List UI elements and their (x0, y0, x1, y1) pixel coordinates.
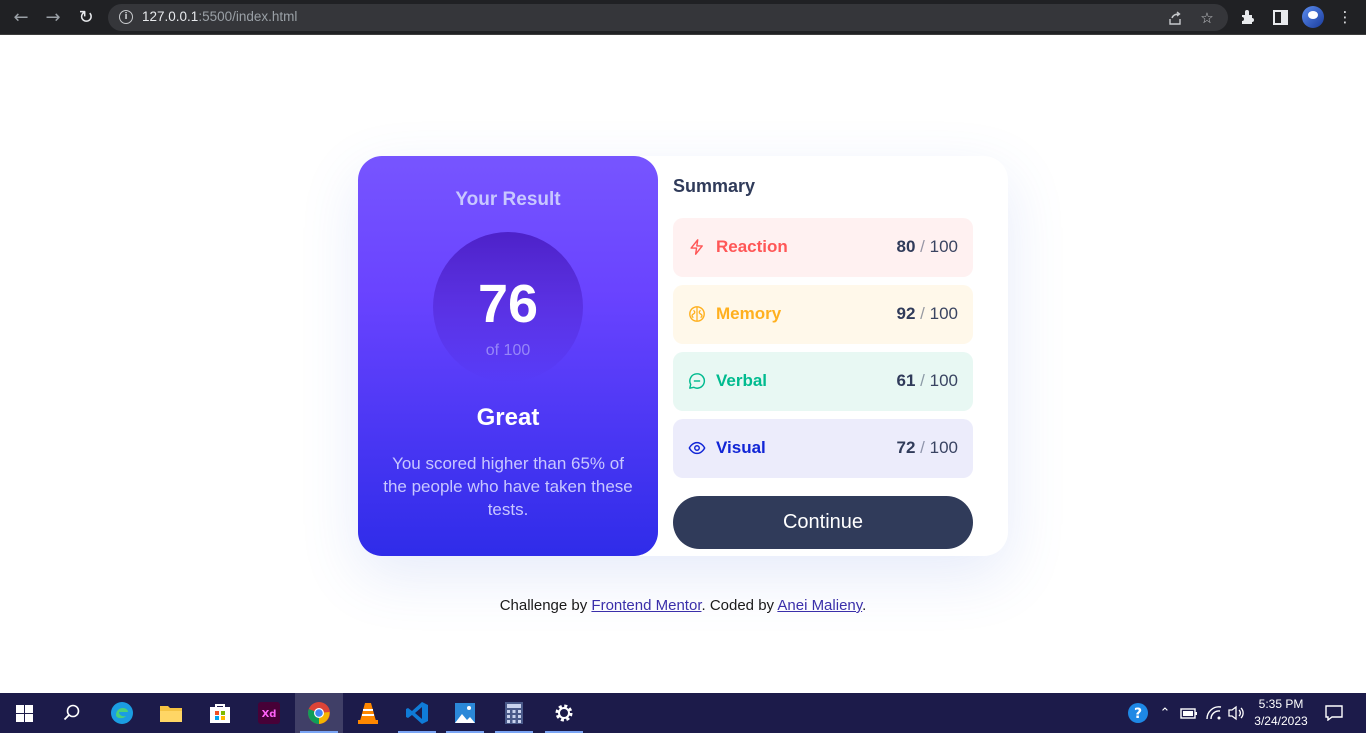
clock-date: 3/24/2023 (1254, 714, 1308, 728)
taskbar: Xd ? ⌃ 5:35 PM 3/24/2023 (0, 693, 1366, 733)
url-text[interactable]: 127.0.0.1:5500/index.html (142, 9, 297, 24)
share-icon[interactable] (1166, 9, 1184, 27)
file-explorer-icon[interactable] (147, 693, 195, 733)
continue-button[interactable]: Continue (673, 496, 973, 549)
summary-title: Summary (673, 176, 756, 196)
summary-item-score: 92 / 100 (896, 304, 959, 323)
attribution: Challenge by Frontend Mentor. Coded by A… (499, 597, 867, 614)
menu-kebab-icon[interactable]: ⋮ (1334, 6, 1356, 28)
grade-heading: Great (476, 404, 540, 431)
adobe-xd-icon[interactable]: Xd (245, 693, 293, 733)
frontend-mentor-link[interactable]: Frontend Mentor (591, 597, 701, 614)
summary-item-verbal: Verbal 61 / 100 (673, 352, 973, 411)
svg-text:Xd: Xd (262, 709, 277, 720)
eye-icon (688, 439, 706, 457)
volume-icon[interactable] (1226, 703, 1246, 723)
store-icon[interactable] (196, 693, 244, 733)
grade-description: You scored higher than 65% of the people… (383, 454, 633, 519)
chevron-up-icon[interactable]: ⌃ (1155, 703, 1175, 723)
vscode-icon[interactable] (393, 693, 441, 733)
search-icon[interactable] (48, 693, 96, 733)
svg-text:?: ? (1134, 706, 1142, 722)
help-icon[interactable]: ? (1127, 702, 1149, 724)
photos-icon[interactable] (441, 693, 489, 733)
result-panel: Your Result 76 of 100 Great You scored h… (358, 156, 658, 556)
back-icon[interactable]: ← (8, 5, 34, 29)
edge-icon[interactable] (98, 693, 146, 733)
site-info-icon[interactable]: i (119, 10, 133, 24)
score-of-text: of 100 (485, 342, 531, 359)
summary-item-visual: Visual 72 / 100 (673, 419, 973, 478)
notification-icon[interactable] (1323, 703, 1345, 723)
browser-toolbar: ← → ↻ i 127.0.0.1:5500/index.html ☆ ⋮ (0, 0, 1366, 35)
profile-avatar[interactable] (1302, 6, 1324, 28)
clock-time: 5:35 PM (1258, 697, 1304, 711)
address-bar[interactable]: i 127.0.0.1:5500/index.html ☆ (108, 4, 1228, 31)
wifi-icon[interactable] (1204, 703, 1224, 723)
windows-start-icon[interactable] (0, 693, 48, 733)
summary-item-label: Verbal (716, 371, 768, 390)
summary-item-memory: Memory 92 / 100 (673, 285, 973, 344)
reload-icon[interactable]: ↻ (73, 5, 99, 29)
extensions-icon[interactable] (1237, 6, 1259, 28)
summary-item-score: 80 / 100 (896, 237, 959, 256)
summary-item-score: 72 / 100 (896, 438, 959, 457)
side-panel-icon[interactable] (1269, 6, 1291, 28)
results-card: Your Result 76 of 100 Great You scored h… (358, 156, 1008, 556)
summary-item-label: Memory (716, 304, 782, 323)
brain-icon (688, 305, 706, 323)
summary-item-label: Reaction (716, 237, 788, 256)
chrome-icon[interactable] (295, 693, 343, 733)
author-link[interactable]: Anei Malieny (777, 597, 862, 614)
calculator-icon[interactable] (490, 693, 538, 733)
result-title: Your Result (455, 189, 561, 210)
bookmark-star-icon[interactable]: ☆ (1198, 9, 1216, 27)
forward-icon[interactable]: → (40, 5, 66, 29)
vlc-icon[interactable] (344, 693, 392, 733)
summary-item-label: Visual (716, 438, 766, 457)
settings-gear-icon[interactable] (540, 693, 588, 733)
summary-item-score: 61 / 100 (896, 371, 959, 390)
score-value: 76 (477, 274, 539, 334)
taskbar-clock[interactable]: 5:35 PM 3/24/2023 (1248, 696, 1314, 730)
score-circle: 76 of 100 (433, 232, 583, 382)
lightning-icon (688, 238, 706, 256)
battery-icon[interactable] (1179, 703, 1199, 723)
summary-item-reaction: Reaction 80 / 100 (673, 218, 973, 277)
chat-icon (688, 372, 706, 390)
